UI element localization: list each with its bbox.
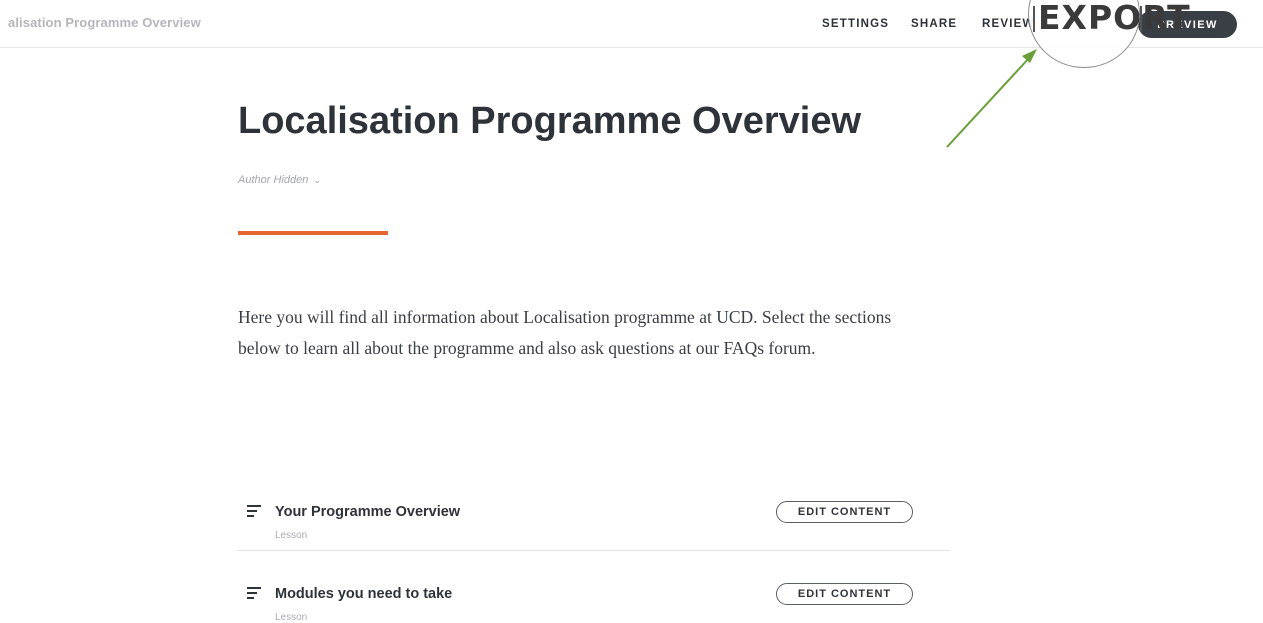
title-accent-bar [238,231,388,235]
page-title: Localisation Programme Overview [238,100,862,142]
lesson-row: Modules you need to take Lesson EDIT CON… [237,581,950,623]
lesson-title[interactable]: Your Programme Overview [275,504,460,520]
course-description: Here you will find all information about… [238,307,892,358]
lesson-lines-icon [247,505,261,517]
lesson-type: Lesson [275,530,308,541]
edit-content-button[interactable]: EDIT CONTENT [776,501,913,523]
lesson-lines-icon [247,587,261,599]
edit-content-button[interactable]: EDIT CONTENT [776,583,913,605]
lesson-title[interactable]: Modules you need to take [275,586,452,602]
author-label: Author Hidden [238,174,309,186]
lesson-type: Lesson [275,612,308,623]
lesson-row: Your Programme Overview Lesson EDIT CONT… [237,499,950,551]
chevron-down-icon: ⌄ [313,175,321,185]
author-dropdown[interactable]: Author Hidden ⌄ [238,174,321,186]
